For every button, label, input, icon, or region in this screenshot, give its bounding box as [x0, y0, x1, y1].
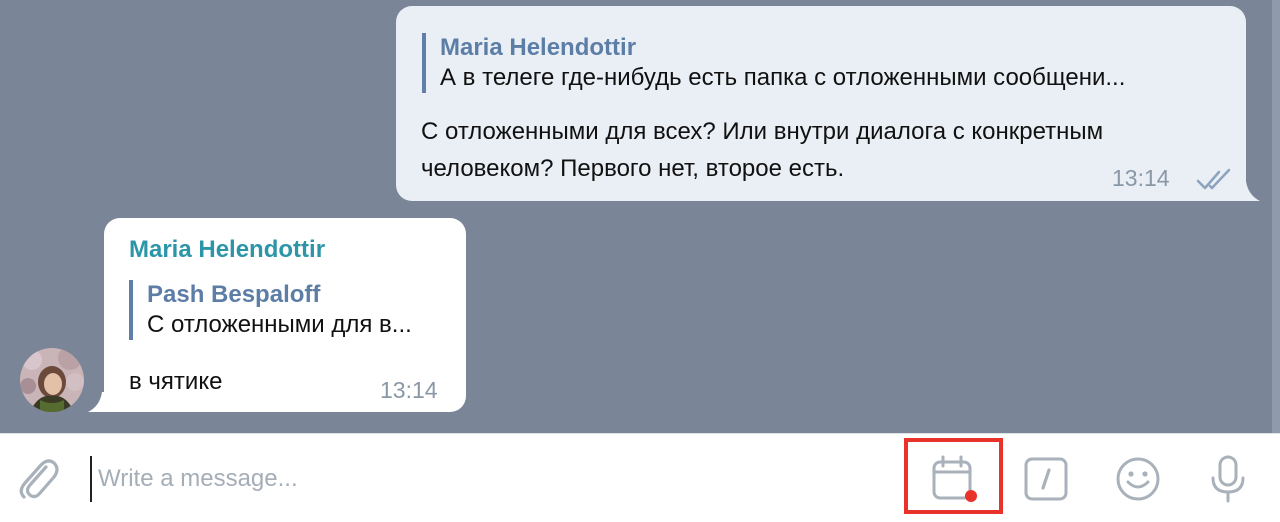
outgoing-message-bubble[interactable]: Maria Helendottir А в телеге где-нибудь … — [396, 6, 1246, 201]
bubble-tail — [1238, 181, 1260, 201]
message-text: С отложенными для всех? Или внутри диало… — [421, 113, 1103, 187]
reply-text: А в телеге где-нибудь есть папка с отлож… — [440, 64, 1126, 91]
reply-author: Pash Bespaloff — [147, 281, 321, 308]
avatar[interactable] — [20, 348, 84, 412]
microphone-icon[interactable] — [1208, 454, 1248, 504]
incoming-message-bubble[interactable]: Maria Helendottir Pash Bespaloff С отлож… — [104, 218, 466, 412]
bubble-tail — [88, 392, 110, 412]
reply-author: Maria Helendottir — [440, 34, 637, 61]
reply-preview[interactable]: Pash Bespaloff С отложенными для в... — [129, 280, 457, 340]
message-time: 13:14 — [1112, 165, 1170, 191]
double-check-icon — [1196, 168, 1231, 190]
reply-preview[interactable]: Maria Helendottir А в телеге где-нибудь … — [422, 33, 1240, 93]
message-text-line: человеком? Первого нет, второе есть. — [421, 155, 845, 182]
scheduled-messages-icon[interactable] — [928, 454, 980, 504]
sender-name[interactable]: Maria Helendottir — [129, 236, 325, 264]
bot-commands-icon[interactable] — [1023, 456, 1069, 502]
avatar-image — [20, 348, 84, 412]
message-time: 13:14 — [380, 377, 438, 403]
message-text: в чятике — [129, 368, 223, 395]
scrollbar-track[interactable] — [1272, 0, 1280, 433]
message-text-line: С отложенными для всех? Или внутри диало… — [421, 118, 1104, 145]
attach-icon[interactable] — [16, 455, 60, 501]
reply-text: С отложенными для в... — [147, 311, 412, 338]
emoji-icon[interactable] — [1115, 456, 1161, 502]
message-input[interactable] — [90, 456, 798, 502]
